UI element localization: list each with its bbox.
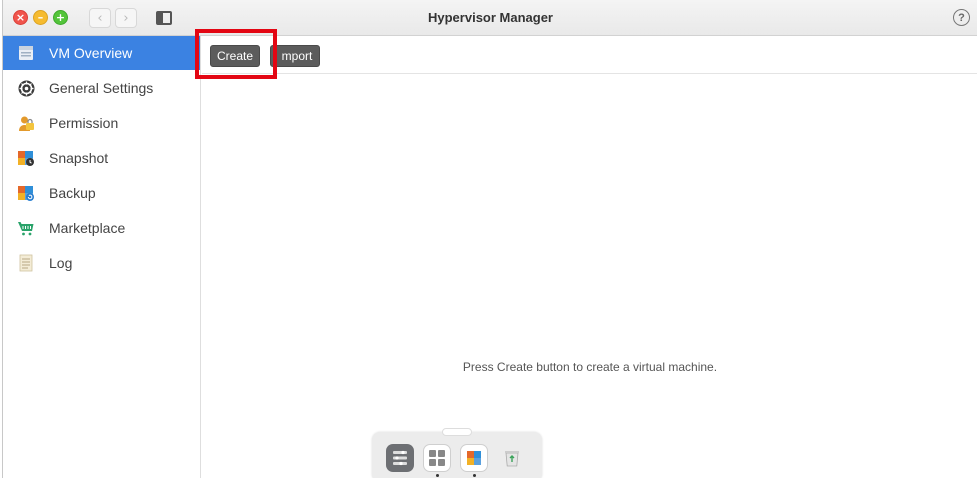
sidebar-item-label: VM Overview xyxy=(49,45,133,61)
taskbar-dock xyxy=(372,428,542,478)
window-title: Hypervisor Manager xyxy=(428,10,553,25)
sidebar-item-vm-overview[interactable]: VM Overview xyxy=(3,36,200,70)
control-panel-icon[interactable] xyxy=(386,444,414,472)
sidebar-item-label: Marketplace xyxy=(49,220,126,236)
vm-overview-icon xyxy=(17,44,35,62)
forward-button[interactable]: › xyxy=(115,8,137,28)
sidebar-item-label: Snapshot xyxy=(49,150,109,166)
lock-user-icon xyxy=(17,114,35,132)
running-indicator xyxy=(436,474,439,477)
toolbar: Create mport xyxy=(202,36,977,74)
sidebar-item-log[interactable]: Log xyxy=(3,246,200,280)
help-button[interactable]: ? xyxy=(953,9,970,26)
sidebar-item-label: General Settings xyxy=(49,80,154,96)
sidebar: VM Overview General Settings Permission … xyxy=(3,36,201,478)
sidebar-item-label: Permission xyxy=(49,115,119,131)
dock-handle[interactable] xyxy=(442,428,472,436)
sidebar-item-marketplace[interactable]: Marketplace xyxy=(3,211,200,245)
empty-state-message: Press Create button to create a virtual … xyxy=(462,360,718,374)
gear-icon xyxy=(17,79,35,97)
sidebar-item-general-settings[interactable]: General Settings xyxy=(3,71,200,105)
cart-icon xyxy=(17,219,35,237)
snapshot-icon xyxy=(17,149,35,167)
sidebar-item-permission[interactable]: Permission xyxy=(3,106,200,140)
sidebar-item-label: Log xyxy=(49,255,73,271)
app-window: Hypervisor Manager × – + ‹ › ? VM Overvi… xyxy=(2,0,977,478)
close-window-button[interactable]: × xyxy=(13,10,28,25)
minimize-window-button[interactable]: – xyxy=(33,10,48,25)
back-button[interactable]: ‹ xyxy=(89,8,111,28)
create-button-highlight xyxy=(195,29,277,79)
sidebar-item-snapshot[interactable]: Snapshot xyxy=(3,141,200,175)
sidebar-item-label: Backup xyxy=(49,185,96,201)
sidebar-toggle-button[interactable] xyxy=(153,8,175,28)
log-icon xyxy=(17,254,35,272)
recycle-bin-icon[interactable] xyxy=(498,444,526,472)
sidebar-toggle-icon xyxy=(156,11,172,25)
app-grid-icon[interactable] xyxy=(423,444,451,472)
sidebar-item-backup[interactable]: Backup xyxy=(3,176,200,210)
hypervisor-app-icon[interactable] xyxy=(460,444,488,472)
maximize-window-button[interactable]: + xyxy=(53,10,68,25)
import-button[interactable]: mport xyxy=(270,45,320,67)
title-bar: Hypervisor Manager × – + ‹ › ? xyxy=(3,0,977,36)
running-indicator xyxy=(473,474,476,477)
backup-icon xyxy=(17,184,35,202)
